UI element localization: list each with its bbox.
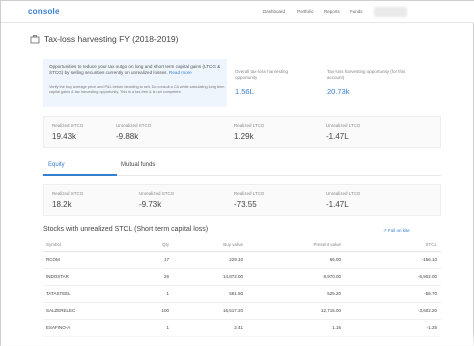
- buy-value-cell: 2.41: [234, 325, 243, 330]
- info-message-text: Opportunities to reduce your tax outgo o…: [49, 64, 221, 76]
- summary-value: -1.47L: [326, 200, 349, 209]
- summary-label: Realized LTCG: [234, 191, 265, 196]
- full-on-kite-label: Full on kite: [388, 228, 410, 233]
- column-header: Buy value: [223, 242, 243, 247]
- read-more-link[interactable]: Read more: [169, 70, 192, 75]
- info-message: Opportunities to reduce your tax outgo o…: [49, 64, 225, 76]
- summary-label: Unrealized LTCG: [326, 123, 361, 128]
- bottom-fade: [1, 331, 474, 346]
- present-value-cell: 12,715.00: [320, 308, 341, 313]
- summary-label: Unrealized STCG: [139, 191, 175, 196]
- stcl-cell: -1.25: [426, 325, 437, 330]
- nav-reports[interactable]: Reports: [324, 9, 340, 14]
- buy-value-cell: 229.10: [229, 257, 243, 262]
- external-link-icon: ↗: [383, 228, 387, 233]
- present-value-cell: 525.20: [327, 291, 341, 296]
- present-value-cell: 8,970.00: [323, 274, 341, 279]
- table-row[interactable]: SALZERELEC 100 16,517.20 12,715.00 -3,60…: [43, 303, 441, 320]
- column-header: Present value: [313, 242, 341, 247]
- symbol-cell: INDOSTAR: [46, 274, 69, 279]
- top-bar: console Dashboard Portfolio Reports Fund…: [1, 1, 474, 23]
- nav-dashboard[interactable]: Dashboard: [263, 9, 285, 14]
- info-note: Verify the buy average price and P&L bef…: [49, 85, 225, 95]
- tab-equity[interactable]: Equity: [48, 162, 65, 168]
- stcl-cell: -3,602.20: [417, 308, 437, 313]
- buy-value-cell: 16,517.20: [222, 308, 243, 313]
- overall-opportunity-label: Overall tax-loss harvesting opportunity: [235, 69, 289, 80]
- briefcase-icon: [30, 35, 40, 44]
- summary-value: -73.55: [234, 200, 257, 209]
- overall-opportunity-value: 1.56L: [235, 87, 254, 96]
- qty-cell: 17: [163, 257, 169, 262]
- buy-value-cell: 581.50: [229, 291, 243, 296]
- table-row[interactable]: INDOSTAR 26 14,872.00 8,970.00 -5,902.00: [43, 269, 441, 286]
- user-menu[interactable]: [374, 7, 407, 17]
- console-logo[interactable]: console: [28, 7, 60, 16]
- nav-portfolio[interactable]: Portfolio: [297, 9, 314, 14]
- qty-cell: 1: [166, 325, 169, 330]
- symbol-cell: RCOM: [46, 257, 60, 262]
- buy-value-cell: 14,872.00: [222, 274, 243, 279]
- summary-label: Realized LTCG: [234, 123, 265, 128]
- present-value-cell: 1.16: [332, 325, 341, 330]
- summary-label: Unrealized STCG: [116, 123, 152, 128]
- page-title: Tax-loss harvesting FY (2018-2019): [44, 34, 179, 44]
- app-window: console Dashboard Portfolio Reports Fund…: [0, 0, 474, 346]
- summary-value: 1.29k: [234, 132, 254, 141]
- summary-value: -9.73k: [139, 200, 162, 209]
- summary-label: Realized STCG: [52, 191, 84, 196]
- stcl-cell: -56.70: [424, 291, 437, 296]
- qty-cell: 26: [163, 274, 169, 279]
- summary-value: -1.47L: [326, 132, 349, 141]
- asset-tabs: Equity Mutual funds: [43, 158, 441, 176]
- account-opportunity-label: Tax-loss harvesting opportunity (for thi…: [327, 69, 406, 80]
- stcl-cell: -5,902.00: [417, 274, 437, 279]
- equity-summary: Realized STCG 18.2k Unrealized STCG -9.7…: [43, 184, 441, 216]
- present-value-cell: 66.00: [329, 257, 341, 262]
- account-opportunity-value: 20.73k: [327, 87, 350, 96]
- summary-value: 19.43k: [52, 132, 77, 141]
- summary-value: -9.88k: [116, 132, 139, 141]
- summary-label: Realized STCG: [52, 123, 84, 128]
- table-row[interactable]: RCOM 17 229.10 66.00 -156.10: [43, 252, 441, 269]
- table-header: Symbol Qty Buy value Present value STCL: [43, 239, 441, 252]
- summary-value: 18.2k: [52, 200, 72, 209]
- tab-mutual-funds[interactable]: Mutual funds: [121, 162, 155, 168]
- nav-funds[interactable]: Funds: [350, 9, 363, 14]
- symbol-cell: TATASTEEL: [46, 291, 71, 296]
- column-header: Symbol: [46, 242, 62, 247]
- overall-summary: Realized STCG 19.43k Unrealized STCG -9.…: [43, 116, 441, 148]
- symbol-cell: ESAFINO-A: [46, 325, 71, 330]
- summary-label: Unrealized LTCG: [326, 191, 361, 196]
- stocks-section-title: Stocks with unrealized STCL (Short term …: [43, 226, 209, 233]
- full-on-kite-link[interactable]: ↗ Full on kite: [383, 228, 410, 234]
- table-row[interactable]: TATASTEEL 1 581.50 525.20 -56.70: [43, 286, 441, 303]
- column-header: STCL: [425, 242, 437, 247]
- stcl-cell: -156.10: [421, 257, 437, 262]
- info-box: Opportunities to reduce your tax outgo o…: [43, 59, 227, 107]
- symbol-cell: SALZERELEC: [46, 308, 76, 313]
- column-header: Qty: [161, 242, 169, 247]
- qty-cell: 100: [161, 308, 169, 313]
- qty-cell: 1: [166, 291, 169, 296]
- active-tab-indicator: [43, 174, 117, 176]
